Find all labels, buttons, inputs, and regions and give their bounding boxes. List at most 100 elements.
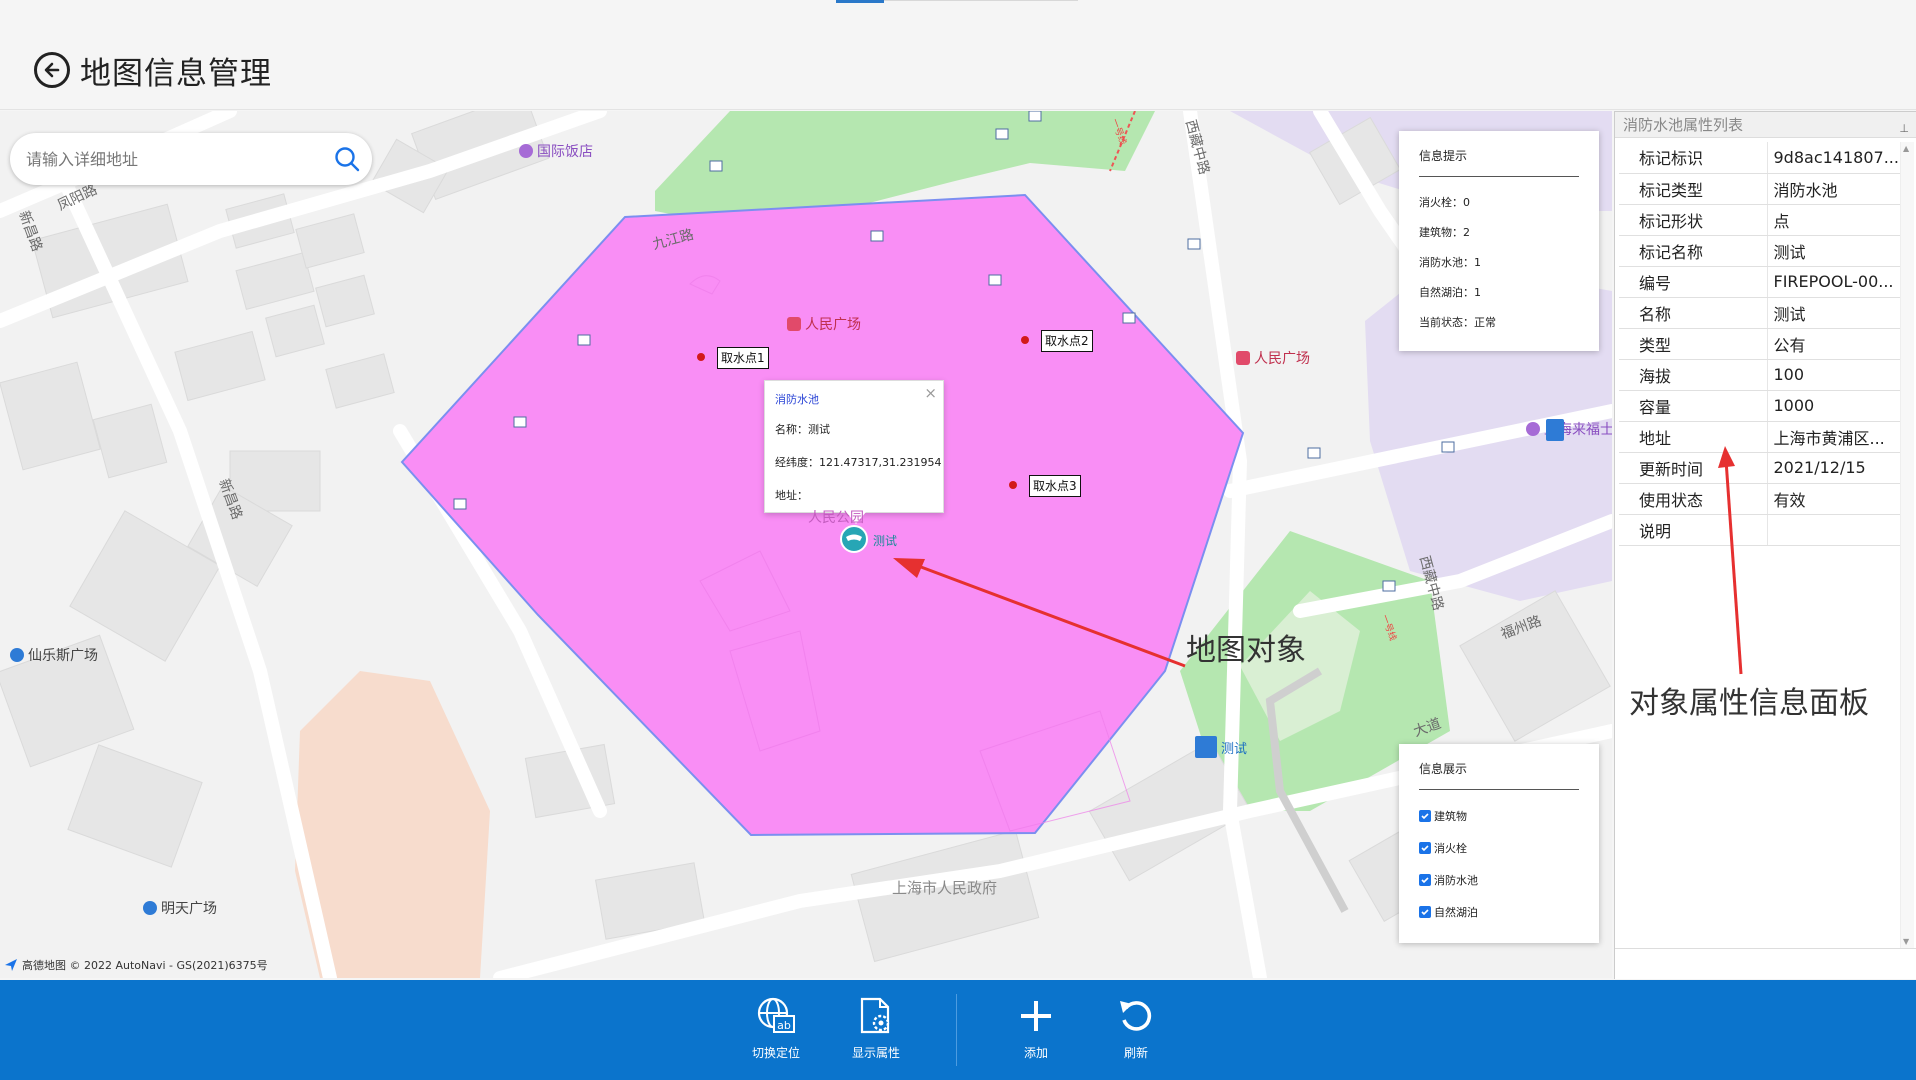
display-card-title: 信息展示 [1419,762,1468,776]
panel-annotation-arrow [1718,446,1743,675]
poi-pin-icon [1526,422,1540,436]
checkbox-label: 自然湖泊 [1434,906,1478,919]
layer-toggle-buildings[interactable]: 建筑物 [1419,808,1467,824]
toolbar-label: 切换定位 [751,1046,800,1060]
property-row[interactable]: 标记类型 消防水池 [1619,173,1901,205]
poi-label: 人民广场 [805,317,861,333]
property-key: 名称 [1619,297,1768,329]
scroll-up-icon[interactable]: ▲ [1903,144,1909,153]
property-key: 标记标识 [1619,142,1768,174]
info-row: 消火栓：0 [1419,196,1470,209]
property-row[interactable]: 地址 上海市黄浦区... [1619,421,1901,453]
property-key: 标记名称 [1619,235,1768,267]
info-row: 消防水池：1 [1419,256,1481,269]
water-pool-icon [846,534,862,541]
scroll-down-icon[interactable]: ▼ [1903,937,1909,946]
sample-point-dot[interactable] [1009,481,1017,489]
layer-toggle-fire-pools[interactable]: 消防水池 [1419,872,1478,888]
sample-point-label[interactable]: 取水点1 [717,347,769,369]
metro-station-icon [787,317,801,331]
arrow-left-icon [44,62,60,78]
checkbox-label: 建筑物 [1434,810,1467,823]
divider [1419,789,1579,790]
property-row[interactable]: 使用状态 有效 [1619,483,1901,515]
close-icon[interactable]: × [924,384,937,402]
info-row: 自然湖泊：1 [1419,286,1481,299]
switch-location-button[interactable]: ab 切换定位 [736,996,816,1066]
amap-logo-icon [5,959,17,971]
poi-pin-icon [519,144,533,158]
sample-point-label[interactable]: 取水点3 [1029,475,1081,497]
map-base-layer [0,111,1612,978]
panel-scrollbar[interactable]: ▲ ▼ [1900,142,1914,948]
checkbox-checked-icon[interactable] [1419,842,1431,854]
checkbox-label: 消火栓 [1434,842,1467,855]
checkbox-checked-icon[interactable] [1419,810,1431,822]
property-value: 9d8ac141807... [1767,142,1901,174]
property-row[interactable]: 更新时间 2021/12/15 [1619,452,1901,484]
plus-icon [1021,1001,1051,1031]
poi-pin-icon [10,648,24,662]
divider [1615,948,1916,949]
property-row[interactable]: 标记形状点 [1619,204,1901,236]
page-title: 地图信息管理 [80,56,272,92]
panel-annotation: 对象属性信息面板 [1629,686,1869,721]
poi-peoples-square[interactable]: 人民广场 [1236,348,1310,368]
marker-label: 测试 [873,534,898,548]
back-button[interactable] [34,52,70,88]
checkbox-label: 消防水池 [1434,874,1478,887]
popup-name: 名称：测试 [775,423,830,436]
toolbar-label: 添加 [1023,1046,1048,1060]
property-row[interactable]: 编号 FIREPOOL-00... [1619,266,1901,298]
property-table: 标记标识 9d8ac141807... 标记类型 消防水池 标记形状点标记名称 测试 编号 F… [1619,142,1901,546]
refresh-button[interactable]: 刷新 [1096,996,1176,1066]
header-bar: 地图信息管理 [0,0,1916,110]
popup-title: 消防水池 [775,393,819,406]
building-object[interactable] [1546,419,1564,441]
show-properties-button[interactable]: 显示属性 [836,996,916,1066]
property-row[interactable]: 名称 测试 [1619,297,1901,329]
checkbox-checked-icon[interactable] [1419,906,1431,918]
poi-raffles[interactable]: 上海来福士 [1526,419,1612,439]
property-value: 公有 [1767,328,1901,360]
property-row[interactable]: 标记名称 测试 [1619,235,1901,267]
refresh-icon [1120,1001,1152,1031]
toolbar-divider [956,994,957,1066]
building-icon [1195,736,1217,758]
sample-point-label[interactable]: 取水点2 [1041,330,1093,352]
property-row[interactable]: 类型 公有 [1619,328,1901,360]
copyright-text: 高德地图 © 2022 AutoNavi - GS(2021)6375号 [22,959,268,972]
poi-xianlesi-plaza[interactable]: 仙乐斯广场 [10,645,98,665]
checkbox-checked-icon[interactable] [1419,874,1431,886]
app-root: 地图信息管理 九江路 凤阳路 新昌路 新昌路 西藏中路 西藏中路 福州路 上海市… [0,0,1916,1080]
pin-icon[interactable]: ⊥ [1899,116,1909,142]
globe-ab-icon: ab [757,997,795,1033]
map-view[interactable]: 九江路 凤阳路 新昌路 新昌路 西藏中路 西藏中路 福州路 上海市人民政府 一号… [0,111,1612,978]
property-key: 编号 [1619,266,1768,298]
property-row[interactable]: 容量 1000 [1619,390,1901,422]
layer-toggle-hydrants[interactable]: 消火栓 [1419,840,1467,856]
metro-station-icon [1236,351,1250,365]
fire-pool-marker[interactable] [840,525,868,553]
sample-point-dot[interactable] [1021,336,1029,344]
property-value: 测试 [1767,235,1901,267]
property-value: 有效 [1767,483,1901,515]
add-button[interactable]: 添加 [996,996,1076,1066]
poi-international-hotel[interactable]: 国际饭店 [519,141,593,161]
property-row[interactable]: 标记标识 9d8ac141807... [1619,142,1901,174]
poi-tomorrow-square[interactable]: 明天广场 [143,898,217,918]
info-card-title: 信息提示 [1419,149,1468,163]
building-object[interactable]: 测试 [1195,736,1247,758]
property-key: 类型 [1619,328,1768,360]
layer-toggle-lakes[interactable]: 自然湖泊 [1419,904,1478,920]
search-icon[interactable] [334,146,360,172]
property-row[interactable]: 说明 [1619,514,1901,546]
property-row[interactable]: 海拔 100 [1619,359,1901,391]
search-input[interactable] [26,133,326,185]
poi-peoples-square[interactable]: 人民广场 [787,314,861,334]
sample-point-dot[interactable] [697,353,705,361]
map-copyright: 高德地图 © 2022 AutoNavi - GS(2021)6375号 [4,957,268,973]
doc-gear-icon [860,997,890,1034]
property-value: 消防水池 [1767,173,1901,205]
poi-label: 明天广场 [161,901,217,917]
